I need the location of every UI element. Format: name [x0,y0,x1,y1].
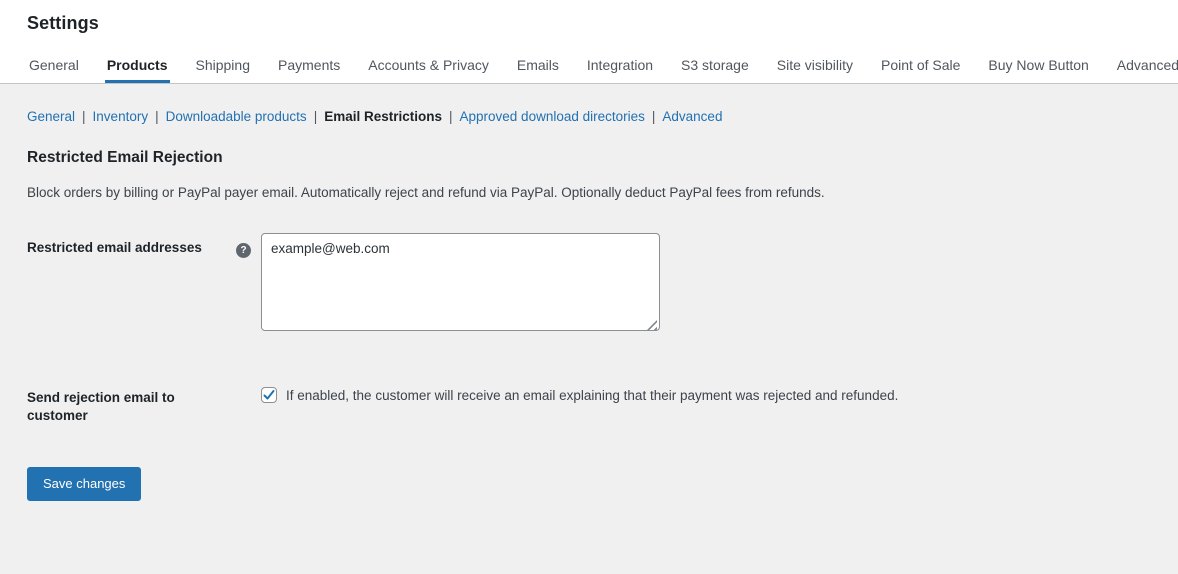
checkmark-icon [263,389,275,401]
subnav-separator: | [155,109,159,124]
page-title: Settings [27,13,1178,34]
tab-products[interactable]: Products [105,57,170,83]
rejection-email-checkbox[interactable] [261,387,277,403]
save-button[interactable]: Save changes [27,467,141,501]
send-rejection-email-label: Send rejection email to customer [27,383,227,425]
rejection-email-description: If enabled, the customer will receive an… [286,386,898,405]
subnav-separator: | [652,109,656,124]
restricted-emails-row: Restricted email addresses ? example@web… [27,233,1151,336]
restricted-emails-textarea[interactable]: example@web.com [261,233,660,331]
tab-payments[interactable]: Payments [276,57,342,83]
help-icon[interactable]: ? [236,243,251,258]
products-subnav: General | Inventory | Downloadable products |… [27,109,1151,125]
tab-emails[interactable]: Emails [515,57,561,83]
tab-buy-now-button[interactable]: Buy Now Button [986,57,1090,83]
settings-tab-bar: General Products Shipping Payments Accou… [27,57,1178,83]
tab-advanced[interactable]: Advanced [1115,57,1178,83]
subnav-separator: | [314,109,318,124]
checkbox-cell: If enabled, the customer will receive an… [261,383,898,405]
tab-general[interactable]: General [27,57,81,83]
send-rejection-email-row: Send rejection email to customer If enab… [27,383,1151,425]
settings-content: General | Inventory | Downloadable products |… [0,84,1178,501]
restricted-emails-label: Restricted email addresses [27,233,227,257]
section-description: Block orders by billing or PayPal payer … [27,185,1151,200]
subnav-link-downloadable-products[interactable]: Downloadable products [166,109,307,124]
tab-s3-storage[interactable]: S3 storage [679,57,751,83]
subnav-current-email-restrictions: Email Restrictions [324,109,442,124]
section-heading: Restricted Email Rejection [27,149,1151,167]
spacer-cell [227,383,261,390]
tab-shipping[interactable]: Shipping [194,57,253,83]
button-row: Save changes [27,467,1151,501]
subnav-link-advanced[interactable]: Advanced [662,109,722,124]
subnav-separator: | [82,109,86,124]
subnav-separator: | [449,109,453,124]
settings-header: Settings General Products Shipping Payme… [0,0,1178,84]
tab-accounts-privacy[interactable]: Accounts & Privacy [366,57,491,83]
subnav-link-general[interactable]: General [27,109,75,124]
tab-integration[interactable]: Integration [585,57,655,83]
subnav-link-inventory[interactable]: Inventory [93,109,149,124]
tab-point-of-sale[interactable]: Point of Sale [879,57,962,83]
tab-site-visibility[interactable]: Site visibility [775,57,855,83]
subnav-link-approved-download-directories[interactable]: Approved download directories [460,109,645,124]
restricted-emails-textarea-wrap: example@web.com [261,233,660,336]
help-cell: ? [227,233,261,258]
